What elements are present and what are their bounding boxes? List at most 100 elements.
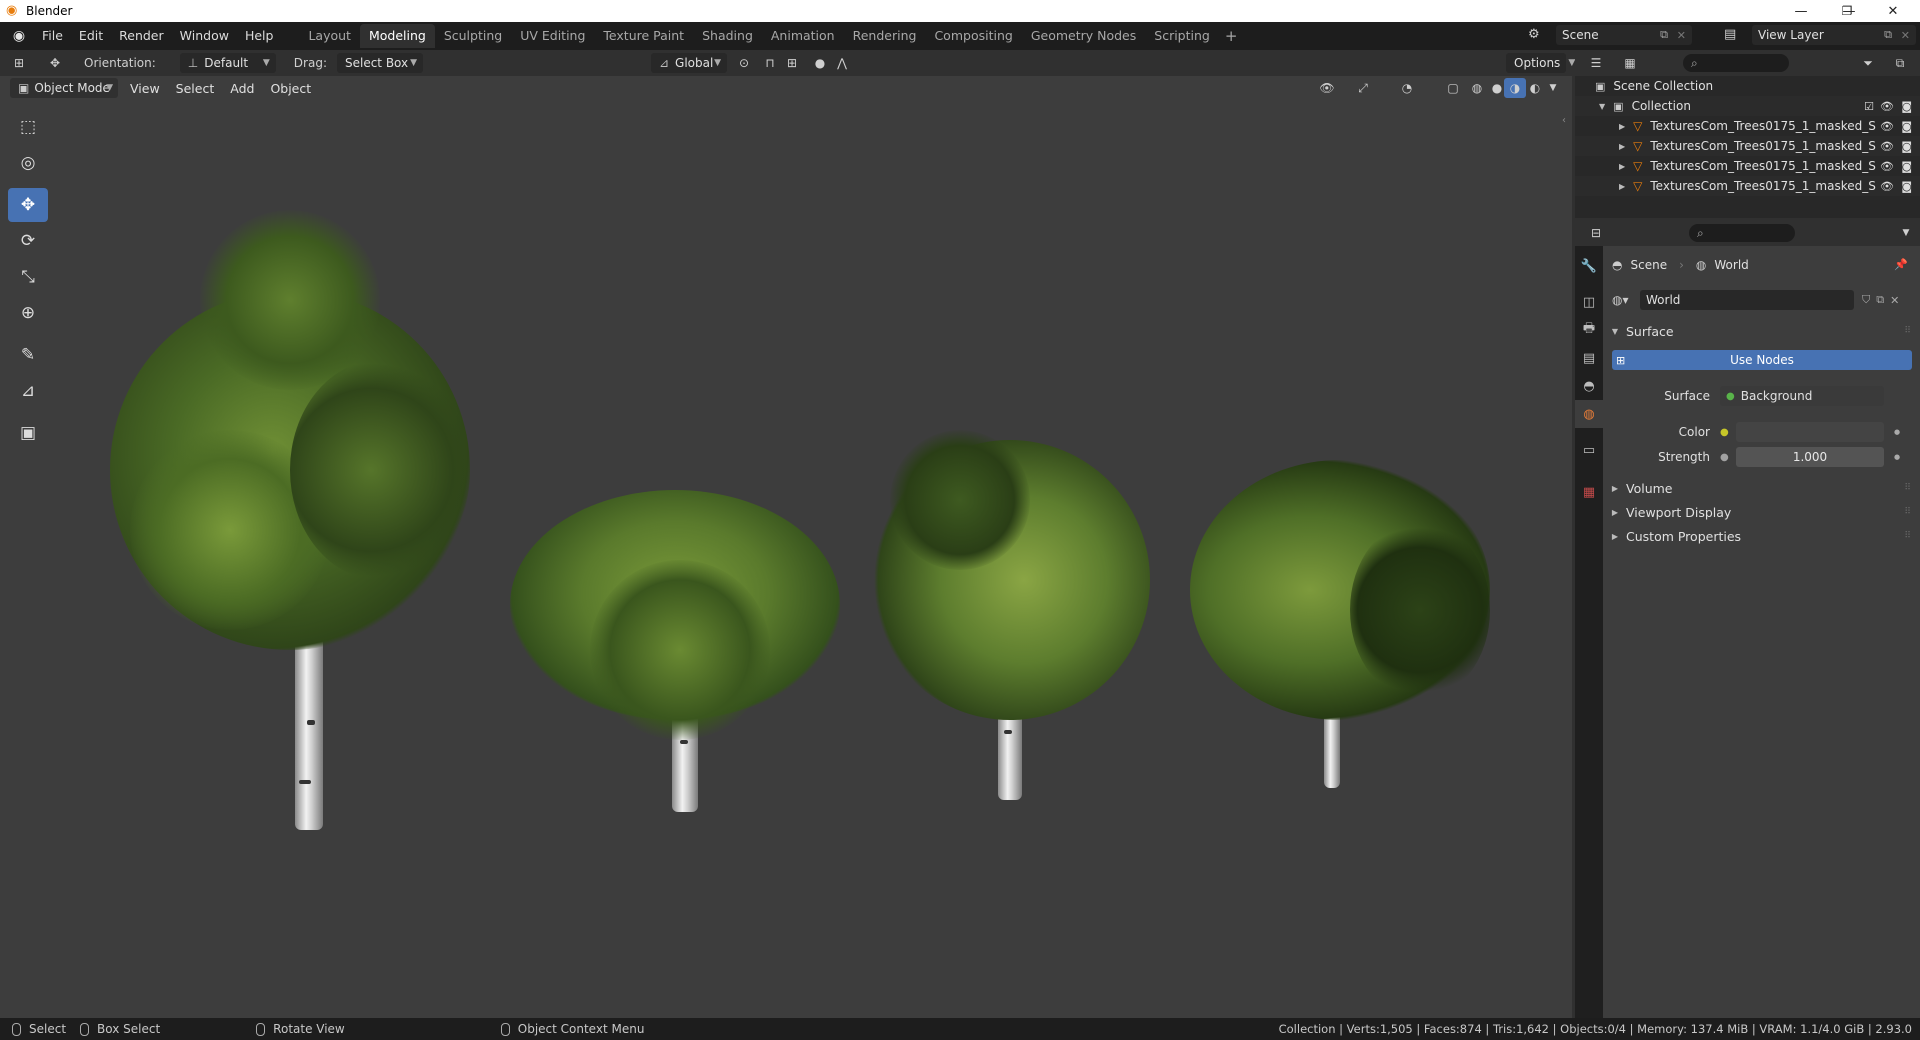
maximize-button[interactable]: ❐ (1824, 0, 1870, 22)
tree-object-1[interactable] (90, 210, 490, 830)
chevron-down-icon[interactable]: ▼ (1895, 223, 1917, 243)
texture-tab-icon[interactable]: ▦ (1575, 478, 1603, 506)
menu-window[interactable]: Window (172, 24, 237, 48)
expand-arrow-icon[interactable]: ▶ (1619, 122, 1625, 131)
camera-icon[interactable]: ◙ (1901, 180, 1912, 193)
tab-texture-paint[interactable]: Texture Paint (594, 24, 693, 48)
properties-editor-icon[interactable]: ⊟ (1585, 223, 1607, 243)
new-view-layer-icon[interactable]: ⧉ (1884, 28, 1892, 42)
tree-object-3[interactable] (870, 430, 1150, 810)
tree-object-4[interactable] (1190, 460, 1490, 800)
duplicate-icon[interactable]: ⧉ (1876, 293, 1884, 307)
drag-dropdown[interactable]: Select Box ▼ (336, 53, 423, 73)
drag-handle-icon[interactable]: ⠿ (1904, 483, 1911, 493)
select-box-icon[interactable]: ⬚ (8, 110, 48, 144)
outliner-row-scene-collection[interactable]: ▣ Scene Collection (1575, 76, 1920, 96)
proportional-edit-icon[interactable]: ● (809, 53, 831, 73)
delete-scene-icon[interactable]: ✕ (1677, 29, 1686, 42)
add-cube-icon[interactable]: ▣ (8, 416, 48, 450)
menu-object[interactable]: Object (262, 81, 319, 96)
xray-icon[interactable]: ▢ (1442, 78, 1464, 98)
eye-icon[interactable]: 👁 (1880, 160, 1894, 173)
output-tab-icon[interactable]: 🖶 (1575, 316, 1603, 344)
tab-modeling[interactable]: Modeling (359, 24, 435, 48)
overlay-icon[interactable]: ◔ (1396, 78, 1418, 98)
drag-handle-icon[interactable]: ⠿ (1904, 326, 1911, 336)
scene-icon[interactable]: ⚙ (1528, 27, 1540, 42)
unlink-icon[interactable]: ✕ (1890, 294, 1899, 307)
camera-icon[interactable]: ◙ (1901, 100, 1912, 113)
volume-panel-header[interactable]: ▶ Volume ⠿ (1608, 477, 1914, 499)
gizmo-icon[interactable]: ⤢ (1352, 78, 1374, 98)
properties-search-input[interactable]: ⌕ (1689, 224, 1795, 242)
new-scene-icon[interactable]: ⧉ (1660, 28, 1668, 42)
move-icon[interactable]: ✥ (8, 188, 48, 222)
eye-icon[interactable]: 👁 (1880, 180, 1894, 193)
menu-select[interactable]: Select (168, 81, 223, 96)
outliner-row-collection[interactable]: ▼ ▣ Collection ☑ 👁 ◙ (1575, 96, 1920, 116)
collection-tab-icon[interactable]: ▭ (1575, 436, 1603, 464)
sidebar-toggle-icon[interactable]: ‹ (1562, 115, 1566, 126)
surface-panel-header[interactable]: ▼ Surface ⠿ (1608, 320, 1914, 342)
menu-file[interactable]: File (34, 24, 71, 48)
world-browse-icon[interactable]: ◍▾ (1612, 293, 1636, 307)
tab-layout[interactable]: Layout (299, 24, 360, 48)
tab-geometry-nodes[interactable]: Geometry Nodes (1022, 24, 1145, 48)
orientation-dropdown[interactable]: ⊥ Default ▼ (179, 53, 276, 73)
tab-uv-editing[interactable]: UV Editing (511, 24, 594, 48)
tab-animation[interactable]: Animation (762, 24, 844, 48)
tab-sculpting[interactable]: Sculpting (435, 24, 511, 48)
pin-icon[interactable]: 📌 (1894, 258, 1908, 271)
camera-icon[interactable]: ◙ (1901, 140, 1912, 153)
editor-type-icon[interactable]: ⊞ (8, 53, 30, 73)
tree-object-2[interactable] (500, 480, 850, 820)
eye-icon[interactable]: 👁 (1880, 140, 1894, 153)
expand-arrow-icon[interactable]: ▼ (1599, 102, 1605, 111)
fake-user-icon[interactable]: ⛉ (1862, 293, 1870, 307)
tab-compositing[interactable]: Compositing (925, 24, 1021, 48)
surface-shader-field[interactable]: ● Background (1720, 386, 1884, 406)
color-socket-icon[interactable]: ● (1720, 427, 1736, 438)
annotate-icon[interactable]: ✎ (8, 338, 48, 372)
rotate-icon[interactable]: ⟳ (8, 224, 48, 258)
transform-icon[interactable]: ⊕ (8, 296, 48, 330)
strength-slider[interactable]: 1.000 (1736, 447, 1884, 467)
tool-tab-icon[interactable]: 🔧 (1575, 252, 1603, 280)
expand-arrow-icon[interactable]: ▶ (1619, 182, 1625, 191)
menu-edit[interactable]: Edit (71, 24, 111, 48)
camera-icon[interactable]: ◙ (1901, 120, 1912, 133)
eye-icon[interactable]: 👁 (1880, 120, 1894, 133)
outliner-editor-icon[interactable]: ☰ (1585, 53, 1607, 73)
scale-icon[interactable]: ⤡ (8, 260, 48, 294)
scene-selector[interactable]: Scene ⧉ ✕ (1556, 25, 1692, 45)
menu-help[interactable]: Help (237, 24, 282, 48)
render-tab-icon[interactable]: ◫ (1575, 288, 1603, 316)
transform-orientation-dropdown[interactable]: ⊿ Global ▼ (650, 53, 727, 73)
blender-logo-icon[interactable]: ◉ (10, 27, 28, 45)
tab-shading[interactable]: Shading (693, 24, 762, 48)
custom-properties-panel-header[interactable]: ▶ Custom Properties ⠿ (1608, 525, 1914, 547)
drag-handle-icon[interactable]: ⠿ (1904, 507, 1911, 517)
view-layer-selector[interactable]: View Layer ⧉ ✕ (1752, 25, 1916, 45)
new-collection-icon[interactable]: ⧉ (1889, 53, 1911, 73)
wireframe-shading-icon[interactable]: ◍ (1466, 78, 1488, 98)
scene-tab-icon[interactable]: ◓ (1575, 372, 1603, 400)
drag-handle-icon[interactable]: ⠿ (1904, 531, 1911, 541)
view-layer-icon[interactable]: ▤ (1724, 27, 1736, 42)
material-shading-icon[interactable]: ◑ (1504, 78, 1526, 98)
cursor-icon[interactable]: ◎ (8, 146, 48, 180)
close-button[interactable]: ✕ (1870, 0, 1916, 22)
options-dropdown[interactable]: Options ▼ (1506, 53, 1575, 73)
view-layer-tab-icon[interactable]: ▤ (1575, 344, 1603, 372)
pivot-point-icon[interactable]: ⊙ (733, 53, 755, 73)
falloff-icon[interactable]: ⋀ (831, 53, 853, 73)
world-name-field[interactable]: World (1640, 290, 1854, 310)
minimize-button-alt[interactable]: — (1778, 0, 1824, 22)
keyframe-dot-icon[interactable]: ● (1894, 453, 1900, 461)
outliner-row-object[interactable]: ▶ ▽ TexturesCom_Trees0175_1_masked_S 👁 ◙ (1575, 116, 1920, 136)
expand-arrow-icon[interactable]: ▶ (1619, 142, 1625, 151)
world-tab-icon[interactable]: ◍ (1575, 400, 1603, 428)
chevron-down-icon[interactable]: ▼ (1542, 78, 1564, 98)
color-swatch[interactable] (1736, 422, 1884, 442)
use-nodes-button[interactable]: ⊞ Use Nodes (1612, 350, 1912, 370)
